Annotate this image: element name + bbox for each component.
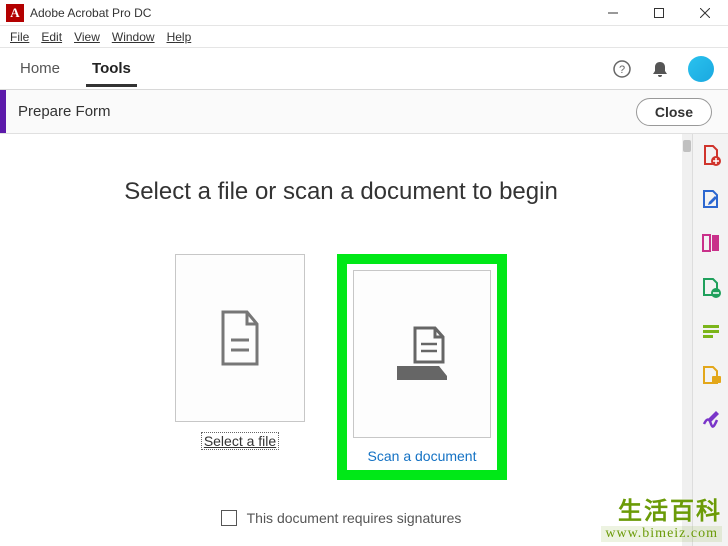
help-button[interactable]: ? (612, 59, 632, 79)
organize-icon (700, 276, 722, 298)
content-heading: Select a file or scan a document to begi… (0, 178, 682, 206)
rail-tool-comment[interactable] (700, 364, 722, 386)
signatures-checkbox[interactable] (221, 510, 237, 526)
watermark-line1: 生活百科 (601, 491, 722, 526)
option-select-file-label[interactable]: Select a file (201, 432, 279, 450)
menu-window[interactable]: Window (106, 28, 161, 46)
signatures-label: This document requires signatures (247, 510, 462, 526)
vertical-scrollbar[interactable] (682, 134, 692, 546)
maximize-button[interactable] (636, 0, 682, 25)
tool-accent-bar (0, 90, 6, 133)
rail-tool-enhance[interactable] (700, 320, 722, 342)
options-row: Select a file Scan a documen (0, 254, 682, 480)
edit-pdf-icon (700, 188, 722, 210)
export-pdf-icon (700, 232, 722, 254)
option-select-file-tile[interactable] (175, 254, 305, 422)
option-scan-document[interactable]: Scan a document (353, 270, 491, 464)
comment-icon (700, 364, 722, 386)
main-nav: Home Tools ? (0, 48, 728, 90)
rail-tool-edit-pdf[interactable] (700, 188, 722, 210)
window-controls (590, 0, 728, 25)
bell-icon (650, 59, 670, 79)
menu-view[interactable]: View (68, 28, 106, 46)
right-tools-rail (692, 134, 728, 546)
menu-bar: File Edit View Window Help (0, 26, 728, 48)
watermark: 生活百科 www.bimeiz.com (601, 491, 722, 542)
maximize-icon (654, 8, 664, 18)
document-icon (217, 310, 263, 366)
option-scan-document-tile[interactable] (353, 270, 491, 438)
rail-tool-sign[interactable] (700, 408, 722, 430)
rail-tool-export-pdf[interactable] (700, 232, 722, 254)
enhance-icon (700, 320, 722, 342)
svg-text:?: ? (619, 64, 625, 76)
signatures-row: This document requires signatures (0, 510, 682, 526)
app-title: Adobe Acrobat Pro DC (30, 6, 151, 20)
menu-help[interactable]: Help (161, 28, 198, 46)
notifications-button[interactable] (650, 59, 670, 79)
scanner-icon (391, 326, 453, 382)
scrollbar-thumb[interactable] (683, 140, 691, 152)
window-title-bar: A Adobe Acrobat Pro DC (0, 0, 728, 26)
create-pdf-icon (700, 144, 722, 166)
minimize-button[interactable] (590, 0, 636, 25)
rail-tool-organize[interactable] (700, 276, 722, 298)
close-tool-button[interactable]: Close (636, 98, 712, 126)
nav-tab-home[interactable]: Home (14, 50, 66, 87)
close-window-button[interactable] (682, 0, 728, 25)
option-select-file[interactable]: Select a file (175, 254, 305, 451)
rail-tool-create-pdf[interactable] (700, 144, 722, 166)
option-scan-document-label[interactable]: Scan a document (353, 448, 491, 464)
menu-edit[interactable]: Edit (35, 28, 68, 46)
minimize-icon (608, 8, 618, 18)
sub-header: Prepare Form Close (0, 90, 728, 134)
sub-header-title: Prepare Form (18, 103, 111, 120)
help-icon: ? (612, 59, 632, 79)
user-avatar[interactable] (688, 56, 714, 82)
app-icon: A (6, 4, 24, 22)
watermark-line2: www.bimeiz.com (601, 526, 722, 542)
content-area: Select a file or scan a document to begi… (0, 134, 682, 546)
highlight-scan-document: Scan a document (337, 254, 507, 480)
close-icon (700, 8, 710, 18)
nav-tab-tools[interactable]: Tools (86, 50, 137, 87)
sign-icon (700, 408, 722, 430)
menu-file[interactable]: File (4, 28, 35, 46)
